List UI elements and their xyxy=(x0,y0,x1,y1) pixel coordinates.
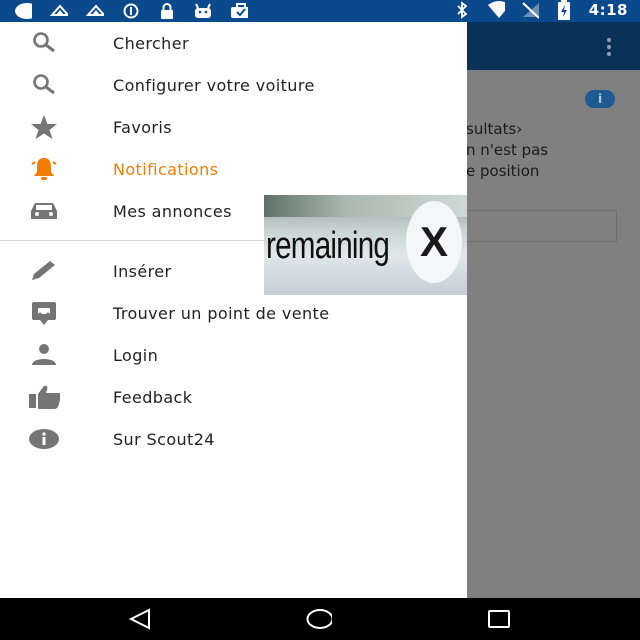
dealer-icon xyxy=(28,299,60,327)
drawer-item-chercher[interactable]: Chercher xyxy=(0,22,467,64)
drawer-item-label: Chercher xyxy=(113,33,189,53)
wifi-icon xyxy=(487,1,505,19)
system-nav-bar xyxy=(0,598,640,640)
bell-icon xyxy=(28,155,60,183)
back-icon[interactable] xyxy=(127,607,153,631)
home-icon[interactable] xyxy=(306,607,332,631)
bluetooth-icon xyxy=(453,1,471,19)
status-time: 4:18 xyxy=(588,1,628,19)
wifi-cast-icon xyxy=(50,2,68,20)
data-saver-icon xyxy=(122,2,140,20)
android-icon xyxy=(194,2,212,20)
drawer-item-point-de-vente[interactable]: Trouver un point de vente xyxy=(0,292,467,334)
star-icon xyxy=(28,113,60,141)
ad-close-button[interactable]: X xyxy=(406,201,462,283)
pencil-icon xyxy=(28,257,60,285)
status-bar-notifications xyxy=(14,2,248,20)
overflow-menu-icon[interactable] xyxy=(606,38,612,56)
drawer-item-sur-scout24[interactable]: Sur Scout24 xyxy=(0,418,467,460)
drawer-item-label: Feedback xyxy=(113,387,193,407)
recents-icon[interactable] xyxy=(486,607,512,631)
background-input-field[interactable] xyxy=(466,210,617,242)
no-sim-icon xyxy=(521,1,539,19)
drawer-item-configurer[interactable]: Configurer votre voiture xyxy=(0,64,467,106)
drawer-item-label: Trouver un point de vente xyxy=(113,303,330,323)
background-text-line: n n'est pas xyxy=(466,141,549,159)
status-bar: 4:18 xyxy=(0,0,640,22)
ad-banner[interactable]: remaining X xyxy=(264,195,467,295)
drawer-item-label: Insérer xyxy=(113,261,172,281)
navigation-drawer: Chercher Configurer votre voiture Favori… xyxy=(0,22,467,598)
drawer-item-label: Favoris xyxy=(113,117,172,137)
drawer-item-label: Login xyxy=(113,345,159,365)
drawer-item-label: Sur Scout24 xyxy=(113,429,215,449)
drawer-item-login[interactable]: Login xyxy=(0,334,467,376)
lock-icon xyxy=(158,2,176,20)
search-icon xyxy=(28,71,60,99)
info-icon xyxy=(28,425,60,453)
battery-charging-icon xyxy=(555,0,573,20)
circle-icon xyxy=(14,2,32,20)
car-icon xyxy=(28,197,60,225)
info-icon[interactable]: i xyxy=(585,90,615,108)
drawer-item-favoris[interactable]: Favoris xyxy=(0,106,467,148)
ad-text: remaining xyxy=(266,225,390,267)
search-icon xyxy=(28,29,60,57)
background-text-line: sultats› xyxy=(466,120,523,138)
briefcase-icon xyxy=(230,2,248,20)
thumbs-up-icon xyxy=(28,383,60,411)
drawer-item-feedback[interactable]: Feedback xyxy=(0,376,467,418)
status-bar-system: 4:18 xyxy=(453,0,628,20)
drawer-item-label: Notifications xyxy=(113,159,219,179)
background-text-line: e position xyxy=(466,162,540,180)
drawer-item-label: Mes annonces xyxy=(113,201,232,221)
drawer-item-notifications[interactable]: Notifications xyxy=(0,148,467,190)
wifi-cast-icon xyxy=(86,2,104,20)
drawer-item-label: Configurer votre voiture xyxy=(113,75,315,95)
person-icon xyxy=(28,341,60,369)
